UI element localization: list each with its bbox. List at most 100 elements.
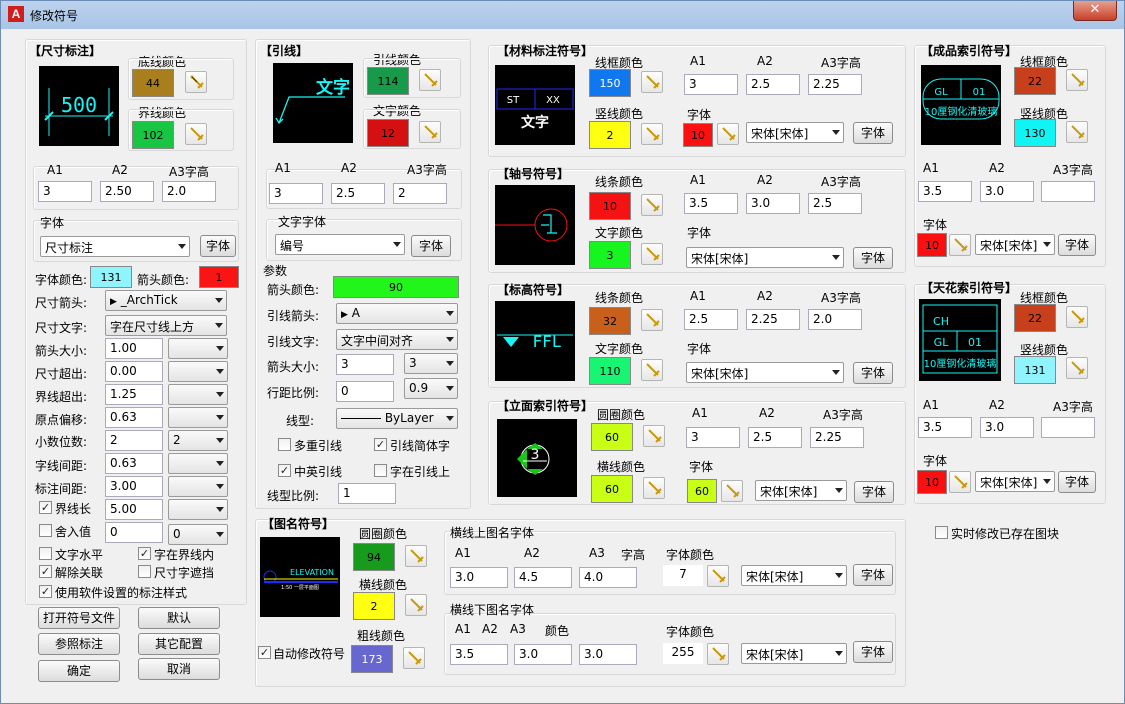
title-circle-color-picker-icon[interactable]	[405, 545, 427, 567]
facade-font-button[interactable]: 字体	[854, 481, 894, 503]
ceiling-vline-color-swatch[interactable]: 131	[1014, 356, 1056, 384]
ceiling-a2-input[interactable]: 3.0	[980, 417, 1034, 438]
dim-font-button[interactable]: 字体	[200, 235, 236, 257]
upper-font-button[interactable]: 字体	[853, 564, 893, 586]
axis-a3-input[interactable]: 2.5	[808, 193, 862, 214]
ext-len-select[interactable]	[168, 499, 228, 520]
ceiling-frame-color-swatch[interactable]: 22	[1014, 304, 1056, 332]
elev-a2-input[interactable]: 2.25	[746, 309, 800, 330]
upper-a3-input[interactable]: 4.0	[579, 567, 637, 588]
product-font-color-picker-icon[interactable]	[949, 234, 971, 256]
title-circle-color-swatch[interactable]: 94	[353, 543, 395, 571]
ceiling-a1-input[interactable]: 3.5	[918, 417, 972, 438]
ext-over-input[interactable]: 1.25	[105, 384, 163, 405]
default-button[interactable]: 默认	[138, 607, 220, 629]
leader-arrow-color-swatch[interactable]: 90	[333, 276, 459, 298]
upper-a1-input[interactable]: 3.0	[450, 567, 508, 588]
dim-arrow-select[interactable]: ▶ _ArchTick	[105, 290, 227, 311]
lower-color-value[interactable]: 255	[663, 643, 703, 664]
ceiling-font-button[interactable]: 字体	[1058, 471, 1096, 493]
material-vline-color-picker-icon[interactable]	[641, 123, 663, 145]
axis-line-color-swatch[interactable]: 10	[589, 192, 631, 220]
realtime-checkbox[interactable]	[935, 526, 948, 539]
round-checkbox[interactable]	[39, 524, 52, 537]
ceiling-font-select[interactable]: 宋体[宋体]	[975, 471, 1055, 492]
dim-text-select[interactable]: 字在尺寸线上方	[105, 315, 227, 336]
facade-font-color-swatch[interactable]: 60	[687, 479, 717, 503]
unassoc-checkbox[interactable]: ✓	[39, 565, 52, 578]
material-font-color-swatch[interactable]: 10	[683, 123, 713, 147]
ceiling-frame-color-picker-icon[interactable]	[1066, 306, 1088, 328]
product-font-color-swatch[interactable]: 10	[917, 233, 947, 257]
dim-text-color-swatch[interactable]: 131	[90, 266, 132, 288]
leader-line-color-swatch[interactable]: 114	[367, 67, 409, 95]
elev-line-color-picker-icon[interactable]	[641, 309, 663, 331]
facade-hline-color-swatch[interactable]: 60	[591, 475, 633, 503]
upper-color-picker-icon[interactable]	[707, 565, 729, 587]
leader-a2-input[interactable]: 2.5	[331, 183, 385, 204]
elev-font-select[interactable]: 宋体[宋体]	[686, 362, 844, 383]
elev-text-color-swatch[interactable]: 110	[589, 357, 631, 385]
material-a3-input[interactable]: 2.25	[808, 74, 862, 95]
lower-a3-input[interactable]: 3.0	[579, 644, 637, 665]
material-a1-input[interactable]: 3	[684, 74, 738, 95]
title-thick-color-picker-icon[interactable]	[403, 647, 425, 669]
round-input[interactable]: 0	[105, 522, 163, 543]
leader-spacing-select[interactable]: 0.9	[404, 378, 458, 399]
facade-a2-input[interactable]: 2.5	[748, 427, 802, 448]
ext-over-select[interactable]	[168, 384, 228, 405]
upper-a2-input[interactable]: 4.5	[514, 567, 572, 588]
material-frame-color-swatch[interactable]: 150	[589, 69, 631, 97]
dim-a1-input[interactable]: 3	[38, 181, 92, 202]
leader-text-color-picker-icon[interactable]	[419, 121, 441, 143]
ceiling-a3-input[interactable]	[1041, 417, 1095, 438]
leader-a1-input[interactable]: 3	[269, 183, 323, 204]
base-color-swatch[interactable]: 44	[132, 69, 174, 97]
elev-text-color-picker-icon[interactable]	[641, 359, 663, 381]
leader-arrow-select[interactable]: ▶ A	[336, 303, 458, 324]
axis-font-button[interactable]: 字体	[853, 247, 893, 269]
product-font-select[interactable]: 宋体[宋体]	[975, 234, 1055, 255]
open-file-button[interactable]: 打开符号文件	[38, 607, 120, 629]
dim-font-select[interactable]: 尺寸标注	[40, 236, 190, 257]
simplified-checkbox[interactable]: ✓	[374, 438, 387, 451]
axis-line-color-picker-icon[interactable]	[641, 194, 663, 216]
text-in-ext-checkbox[interactable]: ✓	[138, 547, 151, 560]
material-font-select[interactable]: 宋体[宋体]	[746, 122, 844, 143]
elev-a3-input[interactable]: 2.0	[808, 309, 862, 330]
axis-text-color-swatch[interactable]: 3	[589, 241, 631, 269]
elev-a1-input[interactable]: 2.5	[684, 309, 738, 330]
product-frame-color-swatch[interactable]: 22	[1014, 67, 1056, 95]
text-horiz-checkbox[interactable]	[39, 547, 52, 560]
use-soft-checkbox[interactable]: ✓	[39, 585, 52, 598]
leader-spacing-input[interactable]: 0	[336, 381, 394, 402]
cancel-button[interactable]: 取消	[138, 658, 220, 680]
lower-font-select[interactable]: 宋体[宋体]	[741, 643, 847, 664]
product-a1-input[interactable]: 3.5	[918, 181, 972, 202]
lower-color-picker-icon[interactable]	[707, 643, 729, 665]
ref-dim-button[interactable]: 参照标注	[38, 633, 120, 655]
dim-gap-input[interactable]: 3.00	[105, 476, 163, 497]
product-a2-input[interactable]: 3.0	[980, 181, 1034, 202]
dim-gap-select[interactable]	[168, 476, 228, 497]
on-leader-checkbox[interactable]	[374, 464, 387, 477]
ext-color-picker-icon[interactable]	[185, 123, 207, 145]
lower-font-button[interactable]: 字体	[853, 641, 893, 663]
product-vline-color-picker-icon[interactable]	[1066, 121, 1088, 143]
mask-checkbox[interactable]	[138, 565, 151, 578]
leader-text-select[interactable]: 文字中间对齐	[336, 329, 458, 350]
ext-len-checkbox[interactable]: ✓	[39, 501, 52, 514]
arrow-size-select[interactable]	[168, 338, 228, 359]
linetype-select[interactable]: ByLayer	[336, 408, 458, 429]
ok-button[interactable]: 确定	[38, 660, 120, 682]
product-frame-color-picker-icon[interactable]	[1066, 69, 1088, 91]
lower-a1-input[interactable]: 3.5	[450, 644, 508, 665]
facade-a1-input[interactable]: 3	[686, 427, 740, 448]
lower-a2-input[interactable]: 3.0	[514, 644, 572, 665]
origin-select[interactable]	[168, 407, 228, 428]
material-font-button[interactable]: 字体	[853, 122, 893, 144]
ceiling-font-color-picker-icon[interactable]	[949, 471, 971, 493]
title-hline-color-swatch[interactable]: 2	[353, 592, 395, 620]
axis-a1-input[interactable]: 3.5	[684, 193, 738, 214]
facade-circle-color-picker-icon[interactable]	[643, 425, 665, 447]
